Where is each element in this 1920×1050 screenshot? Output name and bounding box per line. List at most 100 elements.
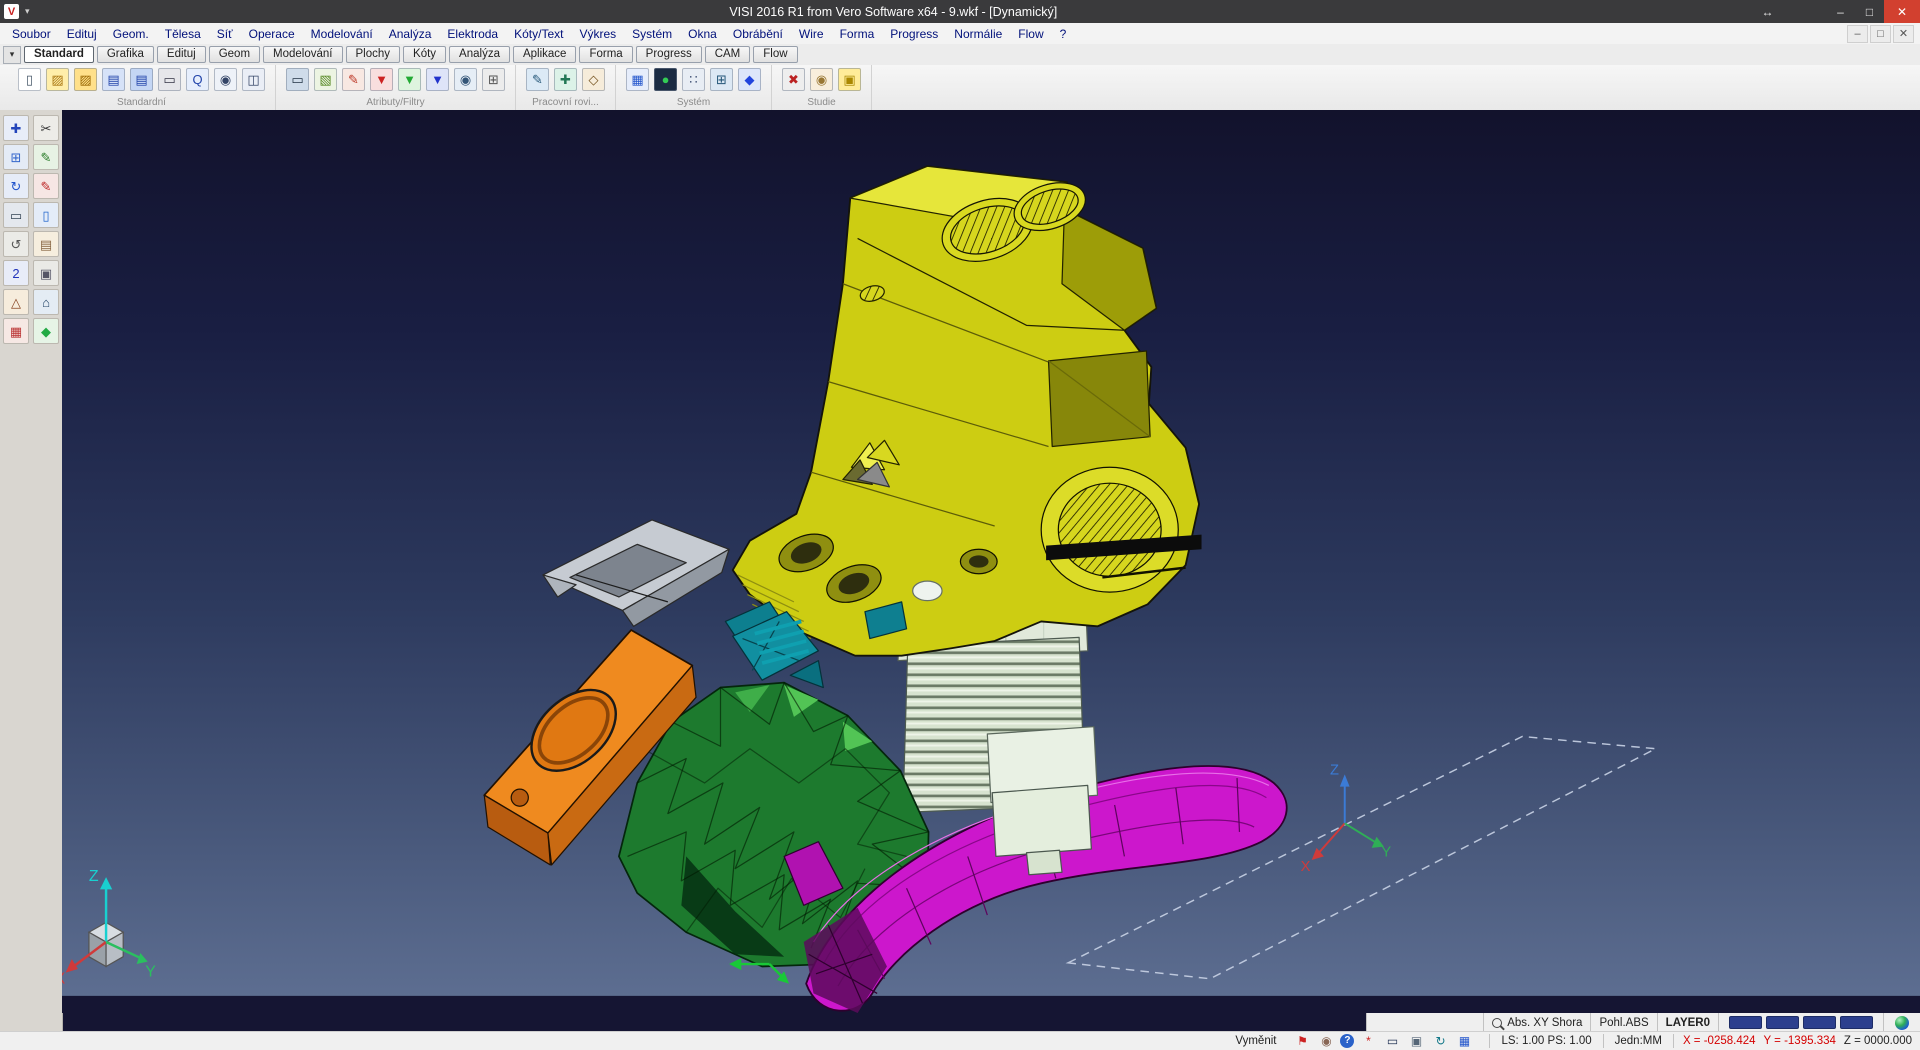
plot-icon[interactable]: ▭: [3, 202, 29, 228]
change-attributes-icon[interactable]: ✎: [342, 68, 365, 91]
help-icon[interactable]: ?: [1340, 1034, 1354, 1048]
workplane-align-icon[interactable]: ✚: [554, 68, 577, 91]
snapshot-icon[interactable]: ◉: [1316, 1034, 1336, 1049]
filter-blue-icon[interactable]: ▼: [426, 68, 449, 91]
undo-icon[interactable]: ↺: [3, 231, 29, 257]
study-tool-icon[interactable]: ✖: [782, 68, 805, 91]
save-icon[interactable]: ▤: [102, 68, 125, 91]
zoom-icon[interactable]: Q: [186, 68, 209, 91]
close-button[interactable]: ✕: [1884, 0, 1920, 23]
layer-color-swatch[interactable]: [1766, 1016, 1799, 1029]
gem-icon[interactable]: ◆: [738, 68, 761, 91]
menu-item-elektroda[interactable]: Elektroda: [439, 25, 506, 43]
new-document-icon[interactable]: ▯: [18, 68, 41, 91]
layer-color-swatch[interactable]: [1803, 1016, 1836, 1029]
mdi-restore-button[interactable]: □: [1870, 25, 1891, 43]
filter-red-icon[interactable]: ▼: [370, 68, 393, 91]
menu-item-progress[interactable]: Progress: [882, 25, 946, 43]
menu-item-syst-m[interactable]: Systém: [624, 25, 680, 43]
screen-attributes-icon[interactable]: ▭: [286, 68, 309, 91]
tab-forma[interactable]: Forma: [579, 46, 632, 63]
import-file-icon[interactable]: ▨: [74, 68, 97, 91]
tab-flow[interactable]: Flow: [753, 46, 797, 63]
resize-window-button[interactable]: ↔: [1753, 0, 1782, 23]
menu-item-t-lesa[interactable]: Tělesa: [157, 25, 209, 43]
notes-icon[interactable]: ▤: [33, 231, 59, 257]
preview-icon[interactable]: ◉: [214, 68, 237, 91]
view-abs-selector[interactable]: Pohl.ABS: [1590, 1013, 1656, 1032]
erase-icon[interactable]: ✎: [33, 173, 59, 199]
tab-plochy[interactable]: Plochy: [346, 46, 401, 63]
workplane-icon[interactable]: ✎: [526, 68, 549, 91]
tab-modelov-n[interactable]: Modelování: [263, 46, 342, 63]
tab-grafika[interactable]: Grafika: [97, 46, 154, 63]
tab-overflow-button[interactable]: ▾: [3, 46, 21, 64]
refresh-icon[interactable]: ↻: [1430, 1034, 1450, 1049]
print-icon[interactable]: ▭: [158, 68, 181, 91]
tab-cam[interactable]: CAM: [705, 46, 751, 63]
window-columns-icon[interactable]: ◫: [242, 68, 265, 91]
study-stack-icon[interactable]: ▣: [838, 68, 861, 91]
menu-item-okna[interactable]: Okna: [680, 25, 725, 43]
render-system-icon[interactable]: ●: [654, 68, 677, 91]
view-2d-icon[interactable]: 2: [3, 260, 29, 286]
view-cube-icon[interactable]: ▣: [1406, 1034, 1426, 1049]
menu-item-modelov-n[interactable]: Modelování: [303, 25, 381, 43]
rotate-view-icon[interactable]: ↻: [3, 173, 29, 199]
menu-item-item-19[interactable]: ?: [1052, 25, 1075, 43]
mdi-minimize-button[interactable]: –: [1847, 25, 1868, 43]
menu-item-v-kres[interactable]: Výkres: [571, 25, 624, 43]
monitor-icon[interactable]: ▭: [1382, 1034, 1402, 1049]
study-sphere-icon[interactable]: ◉: [810, 68, 833, 91]
quick-access-caret-icon[interactable]: ▾: [21, 6, 34, 17]
layer-color-swatch[interactable]: [1729, 1016, 1762, 1029]
viewport[interactable]: Z X Y: [62, 110, 1920, 1013]
open-file-icon[interactable]: ▨: [46, 68, 69, 91]
redraw-icon[interactable]: *: [1358, 1034, 1378, 1049]
tab-anal-za[interactable]: Analýza: [449, 46, 510, 63]
visibility-icon[interactable]: ◉: [454, 68, 477, 91]
viewport-3d-scene[interactable]: Z X Y: [62, 110, 1920, 1013]
view-mode-selector[interactable]: Abs. XY Shora: [1483, 1013, 1590, 1032]
snap-point-icon[interactable]: ⊞: [3, 144, 29, 170]
save-copy-icon[interactable]: ▤: [130, 68, 153, 91]
tab-geom[interactable]: Geom: [209, 46, 260, 63]
fill-color-icon[interactable]: ◆: [33, 318, 59, 344]
menu-item-obr-b-n[interactable]: Obrábění: [725, 25, 791, 43]
element-attributes-icon[interactable]: ▧: [314, 68, 337, 91]
home-view-icon[interactable]: ⌂: [33, 289, 59, 315]
menu-item-norm-lie[interactable]: Normálie: [946, 25, 1010, 43]
menu-item-wire[interactable]: Wire: [791, 25, 832, 43]
menu-item-soubor[interactable]: Soubor: [4, 25, 59, 43]
tab-standard[interactable]: Standard: [24, 46, 94, 63]
menu-item-geom[interactable]: Geom.: [105, 25, 157, 43]
menu-item-flow[interactable]: Flow: [1010, 25, 1051, 43]
menu-item-edituj[interactable]: Edituj: [59, 25, 105, 43]
tab-k-ty[interactable]: Kóty: [403, 46, 446, 63]
command-prompt-area[interactable]: [0, 1032, 1229, 1050]
grid-settings-icon[interactable]: ▦: [626, 68, 649, 91]
part-gray-bracket[interactable]: [543, 520, 729, 626]
workplane-rotate-icon[interactable]: ◇: [582, 68, 605, 91]
grid-toggle-icon[interactable]: ▦: [1454, 1034, 1474, 1049]
mdi-close-button[interactable]: ✕: [1893, 25, 1914, 43]
part-yellow-clamp[interactable]: [733, 166, 1202, 655]
point-grid-icon[interactable]: ∷: [682, 68, 705, 91]
snap-settings-icon[interactable]: ⊞: [710, 68, 733, 91]
filter-green-icon[interactable]: ▼: [398, 68, 421, 91]
tab-aplikace[interactable]: Aplikace: [513, 46, 576, 63]
menu-item-s[interactable]: Síť: [209, 25, 241, 43]
menu-item-anal-za[interactable]: Analýza: [381, 25, 440, 43]
profile-icon[interactable]: △: [3, 289, 29, 315]
app-icon[interactable]: V: [4, 4, 19, 19]
shading-segment[interactable]: [1883, 1013, 1920, 1032]
tab-progress[interactable]: Progress: [636, 46, 702, 63]
color-grid-icon[interactable]: ▦: [3, 318, 29, 344]
shading-sphere-icon[interactable]: [1895, 1016, 1909, 1030]
menu-item-operace[interactable]: Operace: [241, 25, 303, 43]
menu-item-k-ty-text[interactable]: Kóty/Text: [506, 25, 571, 43]
menu-item-forma[interactable]: Forma: [832, 25, 883, 43]
cylinder-icon[interactable]: ▯: [33, 202, 59, 228]
shaded-cube-icon[interactable]: ▣: [33, 260, 59, 286]
measure-icon[interactable]: ✚: [3, 115, 29, 141]
